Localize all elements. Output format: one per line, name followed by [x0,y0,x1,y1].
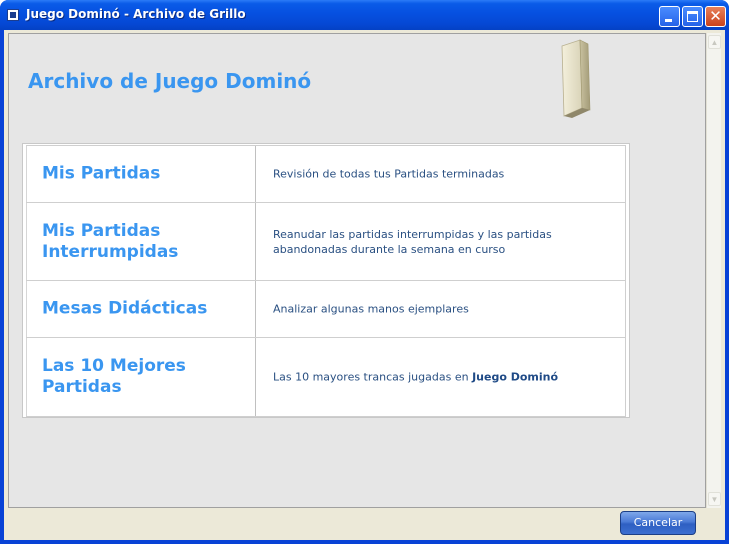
domino-tile-icon [561,39,591,118]
option-description: Analizar algunas manos ejemplares [273,302,469,316]
option-title[interactable]: Mesas Didácticas [42,299,242,320]
window-title: Juego Dominó - Archivo de Grillo [26,7,246,21]
options-table: Mis Partidas Revisión de todas tus Parti… [22,143,630,418]
chevron-up-icon: ▲ [710,38,719,47]
scroll-up-button[interactable]: ▲ [708,35,721,49]
maximize-icon [687,11,698,22]
option-title[interactable]: Mis Partidas Interrumpidas [42,221,242,263]
title-bar[interactable]: Juego Dominó - Archivo de Grillo ✕ [0,0,729,30]
window-client-area: Archivo de Juego Dominó Mis Partidas Rev… [4,30,725,540]
app-window-icon[interactable] [7,9,19,21]
option-title[interactable]: Mis Partidas [42,164,242,185]
option-description: Reanudar las partidas interrumpidas y la… [273,227,552,256]
table-row[interactable]: Mis Partidas Interrumpidas Reanudar las … [26,202,626,280]
scroll-down-button[interactable]: ▼ [708,492,721,506]
content-panel: Archivo de Juego Dominó Mis Partidas Rev… [8,33,706,508]
minimize-icon [665,19,672,22]
description-bold-text: Juego Dominó [472,370,559,384]
table-row[interactable]: Mesas Didácticas Analizar algunas manos … [26,280,626,337]
description-text: Las 10 mayores trancas jugadas en [273,370,473,384]
app-window: Juego Dominó - Archivo de Grillo ✕ Archi… [0,0,729,544]
option-mis-partidas-interrumpidas[interactable]: Mis Partidas Interrumpidas [26,203,256,280]
minimize-button[interactable] [659,6,680,27]
option-description: Las 10 mayores trancas jugadas en Juego … [273,370,593,385]
cancel-button[interactable]: Cancelar [620,511,696,535]
footer-bar: Cancelar [8,508,721,538]
vertical-scrollbar[interactable]: ▲ ▼ [706,33,721,508]
divider [26,416,626,417]
divider [625,145,626,417]
option-mis-partidas[interactable]: Mis Partidas [26,146,256,202]
close-icon: ✕ [709,7,722,25]
page-title: Archivo de Juego Dominó [28,69,312,93]
option-mesas-didacticas[interactable]: Mesas Didácticas [26,281,256,337]
chevron-down-icon: ▼ [710,495,719,504]
table-row[interactable]: Mis Partidas Revisión de todas tus Parti… [26,145,626,202]
maximize-button[interactable] [682,6,703,27]
close-button[interactable]: ✕ [705,6,726,27]
table-row[interactable]: Las 10 Mejores Partidas Las 10 mayores t… [26,337,626,416]
option-title[interactable]: Las 10 Mejores Partidas [42,356,242,398]
option-description: Revisión de todas tus Partidas terminada… [273,167,505,181]
option-las-10-mejores-partidas[interactable]: Las 10 Mejores Partidas [26,338,256,416]
